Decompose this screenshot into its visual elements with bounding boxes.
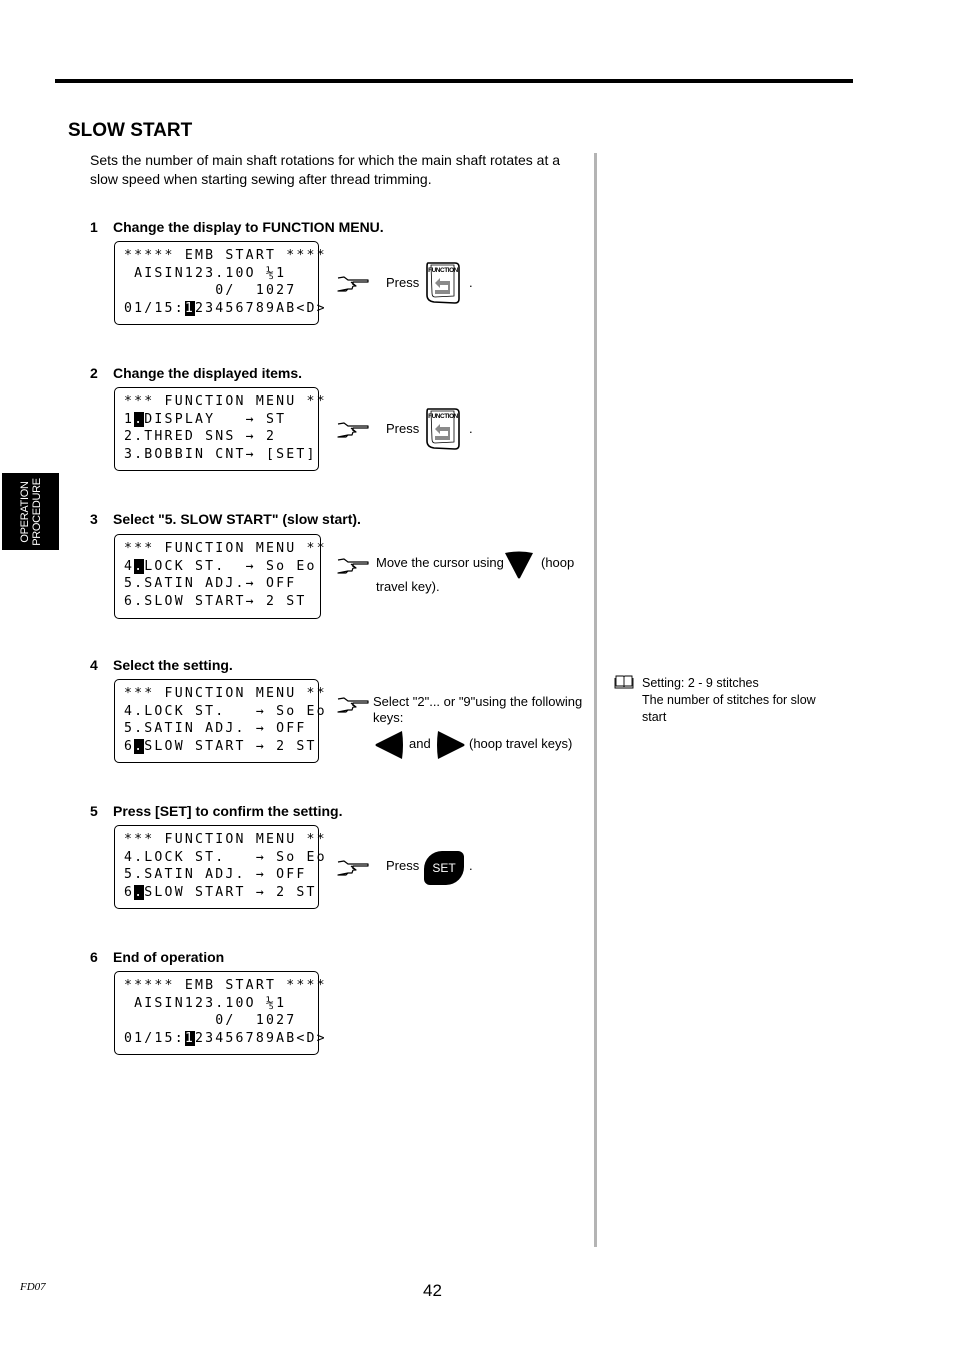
step-title: End of operation [113, 949, 225, 965]
instruction-text: (hoop [541, 555, 575, 570]
punctuation: . [469, 421, 473, 436]
lcd-display: *** FUNCTION MENU ** 4.LOCK ST. → So Eo … [114, 679, 327, 763]
lcd-line: ***** EMB START **** [124, 978, 327, 993]
lcd-cursor: . [134, 738, 145, 754]
instruction-text: Select "2"... or "9"using the following … [373, 694, 583, 725]
step-number: 3 [90, 511, 98, 527]
lcd-line: AISIN123.10O ⅕1 [124, 265, 287, 281]
lcd-display: ***** EMB START **** AISIN123.10O ⅕1 0/ … [114, 971, 327, 1055]
page-title: SLOW START [68, 120, 193, 141]
step-heading: 2 Change the displayed items. [90, 365, 302, 381]
page-number: 42 [423, 1281, 442, 1300]
lcd-line: 6.SLOW START → 2 ST [124, 738, 317, 754]
lcd-line: 4.LOCK ST. → So Eo [124, 703, 327, 719]
section-tab: OPERATION PROCEDURE [2, 473, 59, 550]
lcd-line: 6.SLOW START→ 2 ST [124, 593, 307, 609]
lcd-line: 3.BOBBIN CNT→ [SET] [124, 446, 317, 462]
lcd-display: *** FUNCTION MENU ** 1.DISPLAY → ST 2.TH… [114, 387, 327, 471]
step-number: 4 [90, 657, 98, 673]
lcd-line: 5.SATIN ADJ. → OFF [124, 867, 307, 883]
top-rule [55, 79, 853, 83]
document-code: FD07 [20, 1281, 46, 1293]
pointing-hand-icon [336, 556, 370, 576]
lcd-line: 01/15:123456789AB<D> [124, 300, 327, 316]
lcd-line: AISIN123.10O ⅕1 [124, 995, 287, 1011]
step-heading: 4 Select the setting. [90, 657, 233, 673]
function-key-icon [424, 261, 461, 305]
lcd-line: 0/ 1027 [124, 283, 297, 299]
step-title: Change the displayed items. [113, 365, 303, 381]
lcd-cursor: 1 [184, 1030, 195, 1046]
instruction-text: travel key). [376, 579, 440, 594]
lcd-line: *** FUNCTION MENU ** [124, 832, 327, 847]
lcd-line: *** FUNCTION MENU ** [124, 541, 327, 556]
step-title: Press [SET] to confirm the setting. [113, 803, 343, 819]
lcd-line: 1.DISPLAY → ST [124, 411, 287, 427]
lcd-line: 5.SATIN ADJ. → OFF [124, 721, 307, 737]
step-heading: 6 End of operation [90, 949, 224, 965]
lcd-line: 01/15:123456789AB<D> [124, 1030, 327, 1046]
side-note: Setting: 2 - 9 stitches The number of st… [642, 675, 837, 726]
lcd-cursor: . [134, 884, 145, 900]
column-divider [594, 153, 597, 1247]
section-tab-line-2: PROCEDURE [30, 477, 43, 546]
instruction-text: Press [386, 421, 420, 436]
instruction-text: (hoop travel keys) [469, 736, 573, 751]
set-key-icon: SET [424, 851, 464, 885]
step-number: 1 [90, 219, 98, 235]
lcd-line: *** FUNCTION MENU ** [124, 686, 327, 701]
lcd-line: ***** EMB START **** [124, 248, 327, 263]
lcd-line: 4.LOCK ST. → So Eo [124, 849, 327, 865]
lcd-line: 4.LOCK ST. → So Eo [124, 558, 317, 574]
section-tab-line-1: OPERATION [18, 480, 31, 543]
intro-text: Sets the number of main shaft rotations … [90, 152, 561, 187]
lcd-cursor: . [134, 411, 145, 427]
instruction-text: Move the cursor using [376, 555, 504, 570]
pointing-hand-icon [336, 695, 370, 715]
instruction-text: Press [386, 858, 420, 873]
note-description: The number of stitches for slow start [642, 693, 816, 724]
book-icon [614, 675, 634, 689]
step-number: 2 [90, 365, 98, 381]
right-triangle-icon [437, 731, 465, 759]
lcd-line: 0/ 1027 [124, 1013, 297, 1029]
note-setting: Setting: 2 - 9 stitches [642, 676, 759, 690]
lcd-display: ***** EMB START **** AISIN123.10O ⅕1 0/ … [114, 241, 327, 325]
punctuation: . [469, 858, 473, 873]
step-title: Select the setting. [113, 657, 233, 673]
pointing-hand-icon [336, 274, 370, 294]
step-number: 5 [90, 803, 98, 819]
lcd-display: *** FUNCTION MENU ** 4.LOCK ST. → So Eo … [114, 825, 327, 909]
instruction-text: Press [386, 275, 420, 290]
step-heading: 1 Change the display to FUNCTION MENU. [90, 219, 384, 235]
pointing-hand-icon [336, 420, 370, 440]
lcd-cursor: 1 [184, 300, 195, 316]
function-key-icon [424, 407, 461, 451]
step-title: Select "5. SLOW START" (slow start). [113, 511, 361, 527]
lcd-line: 6.SLOW START → 2 ST [124, 884, 317, 900]
step-heading: 3 Select "5. SLOW START" (slow start). [90, 511, 361, 527]
lcd-display: *** FUNCTION MENU ** 4.LOCK ST. → So Eo … [114, 534, 327, 619]
and-text: and [409, 736, 431, 751]
lcd-line: *** FUNCTION MENU ** [124, 394, 327, 409]
left-triangle-icon [375, 731, 403, 759]
punctuation: . [469, 275, 473, 290]
step-heading: 5 Press [SET] to confirm the setting. [90, 803, 342, 819]
lcd-line: 2.THRED SNS → 2 [124, 429, 277, 445]
lcd-line: 5.SATIN ADJ.→ OFF [124, 576, 297, 592]
step-title: Change the display to FUNCTION MENU. [113, 219, 384, 235]
lcd-cursor: . [134, 558, 145, 574]
step-number: 6 [90, 949, 98, 965]
pointing-hand-icon [336, 858, 370, 878]
down-triangle-icon [505, 551, 533, 579]
